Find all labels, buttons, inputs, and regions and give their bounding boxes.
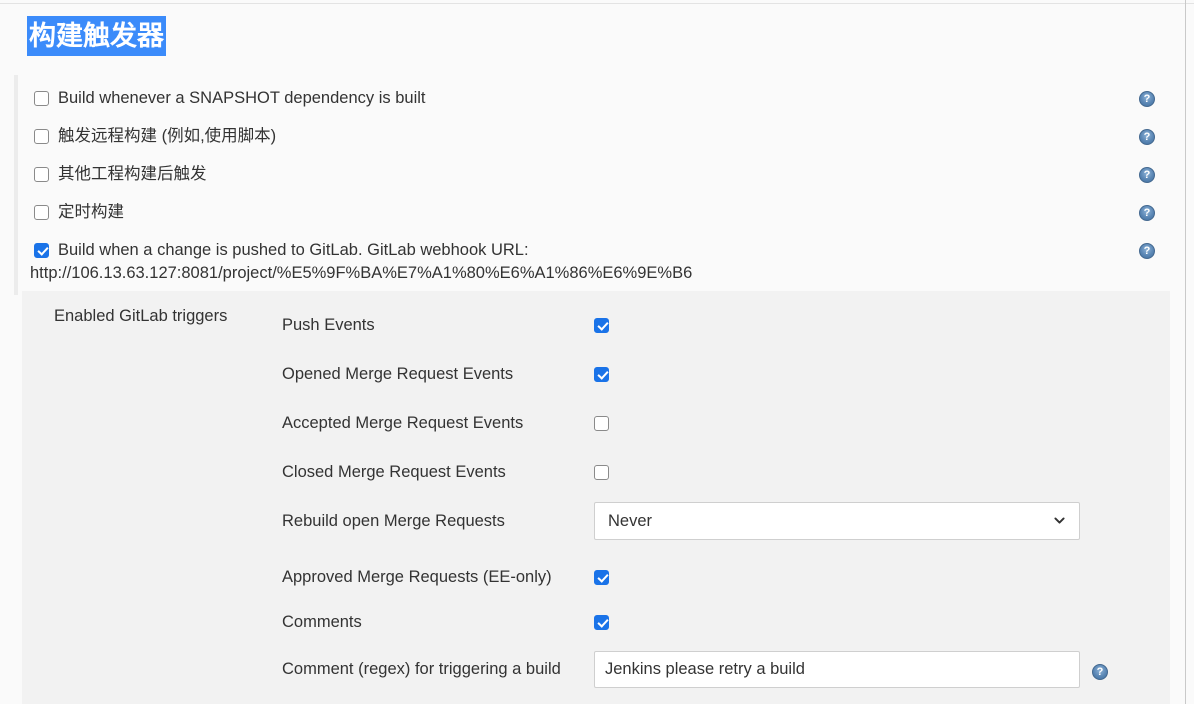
row-comments: Comments xyxy=(282,607,1142,637)
trigger-option-label: 其他工程构建后触发 xyxy=(58,161,207,187)
row-label: Comments xyxy=(282,607,362,637)
row-control xyxy=(594,562,609,592)
page-title: 构建触发器 xyxy=(27,16,166,56)
row-approved-merge-requests: Approved Merge Requests (EE-only) xyxy=(282,562,1142,592)
trigger-option-snapshot[interactable]: Build whenever a SNAPSHOT dependency is … xyxy=(34,85,425,111)
row-control xyxy=(594,607,609,637)
help-icon[interactable]: ? xyxy=(1139,91,1155,107)
row-control xyxy=(594,359,609,389)
checkbox-after-other-projects[interactable] xyxy=(34,167,49,182)
row-rebuild-open-merge-requests: Rebuild open Merge Requests Never xyxy=(282,506,1142,536)
checkbox-approved-merge-requests[interactable] xyxy=(594,570,609,585)
row-label: Approved Merge Requests (EE-only) xyxy=(282,562,552,592)
row-control xyxy=(594,654,1080,684)
checkbox-gitlab-webhook[interactable] xyxy=(34,243,49,258)
row-control: Never xyxy=(594,506,1080,536)
row-control xyxy=(594,457,609,487)
trigger-option-label: Build whenever a SNAPSHOT dependency is … xyxy=(58,85,425,111)
row-label: Comment (regex) for triggering a build xyxy=(282,654,561,684)
row-label: Opened Merge Request Events xyxy=(282,359,513,389)
row-closed-merge-request-events: Closed Merge Request Events xyxy=(282,457,1142,487)
select-value: Never xyxy=(608,512,652,530)
trigger-option-label: 触发远程构建 (例如,使用脚本) xyxy=(58,123,276,149)
trigger-option-gitlab-push[interactable]: Build when a change is pushed to GitLab.… xyxy=(34,237,529,263)
row-control xyxy=(594,310,609,340)
trigger-option-after-other-projects[interactable]: 其他工程构建后触发 xyxy=(34,161,207,187)
trigger-option-label: Build when a change is pushed to GitLab.… xyxy=(58,237,529,263)
row-label: Accepted Merge Request Events xyxy=(282,408,523,438)
row-opened-merge-request-events: Opened Merge Request Events xyxy=(282,359,1142,389)
build-triggers-page: 构建触发器 Build whenever a SNAPSHOT dependen… xyxy=(0,0,1185,704)
row-comment-regex: Comment (regex) for triggering a build xyxy=(282,654,1142,684)
checkbox-opened-merge-request-events[interactable] xyxy=(594,367,609,382)
checkbox-closed-merge-request-events[interactable] xyxy=(594,465,609,480)
row-control xyxy=(594,408,609,438)
checkbox-snapshot-dependency[interactable] xyxy=(34,91,49,106)
trigger-option-label: 定时构建 xyxy=(58,199,124,225)
page-right-border xyxy=(1185,0,1186,704)
gitlab-triggers-legend: Enabled GitLab triggers xyxy=(54,307,227,326)
row-accepted-merge-request-events: Accepted Merge Request Events xyxy=(282,408,1142,438)
help-icon[interactable]: ? xyxy=(1092,664,1108,680)
trigger-options-block: Build whenever a SNAPSHOT dependency is … xyxy=(14,75,1185,295)
row-push-events: Push Events xyxy=(282,310,1142,340)
gitlab-triggers-panel: Enabled GitLab triggers Push Events Open… xyxy=(22,291,1170,704)
checkbox-comments[interactable] xyxy=(594,615,609,630)
comment-regex-input[interactable] xyxy=(594,651,1080,688)
top-divider xyxy=(0,3,1194,4)
help-icon[interactable]: ? xyxy=(1139,243,1155,259)
chevron-down-icon xyxy=(1054,515,1065,526)
checkbox-accepted-merge-request-events[interactable] xyxy=(594,416,609,431)
gitlab-webhook-url: http://106.13.63.127:8081/project/%E5%9F… xyxy=(30,264,692,283)
checkbox-scheduled-build[interactable] xyxy=(34,205,49,220)
row-label: Rebuild open Merge Requests xyxy=(282,506,505,536)
checkbox-push-events[interactable] xyxy=(594,318,609,333)
trigger-option-scheduled-build[interactable]: 定时构建 xyxy=(34,199,124,225)
help-icon[interactable]: ? xyxy=(1139,205,1155,221)
help-icon[interactable]: ? xyxy=(1139,129,1155,145)
row-label: Push Events xyxy=(282,310,375,340)
help-icon[interactable]: ? xyxy=(1139,167,1155,183)
row-label: Closed Merge Request Events xyxy=(282,457,506,487)
trigger-option-remote-build[interactable]: 触发远程构建 (例如,使用脚本) xyxy=(34,123,276,149)
checkbox-remote-build[interactable] xyxy=(34,129,49,144)
select-rebuild-open-merge-requests[interactable]: Never xyxy=(594,502,1080,540)
